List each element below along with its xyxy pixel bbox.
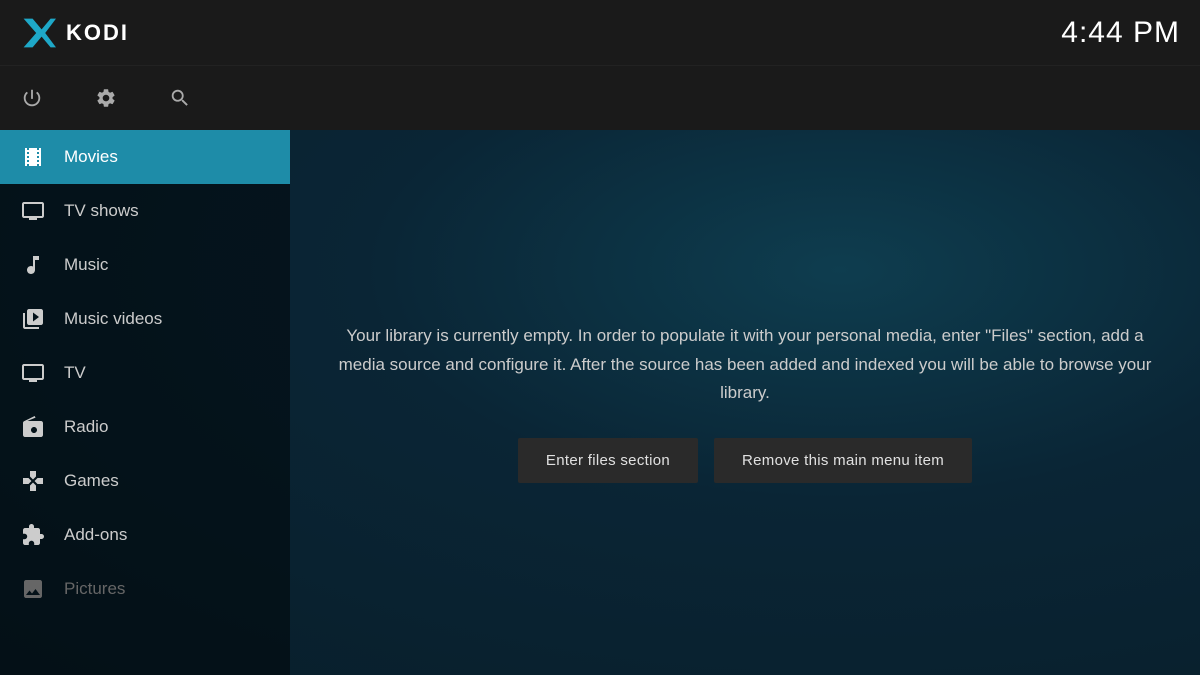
sidebar-item-music[interactable]: Music (0, 238, 290, 292)
app-title: KODI (66, 20, 129, 46)
sidebar: Movies TV shows Music (0, 130, 290, 675)
controls-bar (0, 65, 1200, 130)
enter-files-button[interactable]: Enter files section (518, 438, 698, 483)
sidebar-item-music-videos[interactable]: Music videos (0, 292, 290, 346)
pictures-label: Pictures (64, 579, 125, 599)
sidebar-item-tv-shows[interactable]: TV shows (0, 184, 290, 238)
empty-library-message: Your library is currently empty. In orde… (330, 322, 1160, 409)
music-icon (20, 252, 46, 278)
main-content: Movies TV shows Music (0, 130, 1200, 675)
remove-menu-item-button[interactable]: Remove this main menu item (714, 438, 972, 483)
tv-label: TV (64, 363, 86, 383)
sidebar-item-movies[interactable]: Movies (0, 130, 290, 184)
logo-area: KODI (20, 15, 129, 51)
empty-library-box: Your library is currently empty. In orde… (330, 322, 1160, 484)
add-ons-label: Add-ons (64, 525, 127, 545)
sidebar-item-games[interactable]: Games (0, 454, 290, 508)
sidebar-item-radio[interactable]: Radio (0, 400, 290, 454)
movies-icon (20, 144, 46, 170)
addons-icon (20, 522, 46, 548)
radio-label: Radio (64, 417, 108, 437)
movies-label: Movies (64, 147, 118, 167)
music-videos-icon (20, 306, 46, 332)
pictures-icon (20, 576, 46, 602)
games-icon (20, 468, 46, 494)
music-label: Music (64, 255, 108, 275)
radio-icon (20, 414, 46, 440)
sidebar-item-add-ons[interactable]: Add-ons (0, 508, 290, 562)
clock-display: 4:44 PM (1061, 16, 1180, 50)
action-buttons: Enter files section Remove this main men… (518, 438, 972, 483)
tv-shows-icon (20, 198, 46, 224)
app-wrapper: KODI 4:44 PM (0, 0, 1200, 675)
sidebar-item-pictures[interactable]: Pictures (0, 562, 290, 616)
header-bar: KODI 4:44 PM (0, 0, 1200, 65)
search-icon[interactable] (158, 76, 202, 120)
tv-shows-label: TV shows (64, 201, 139, 221)
content-area: Your library is currently empty. In orde… (290, 130, 1200, 675)
power-icon[interactable] (10, 76, 54, 120)
sidebar-item-tv[interactable]: TV (0, 346, 290, 400)
games-label: Games (64, 471, 119, 491)
tv-icon (20, 360, 46, 386)
settings-icon[interactable] (84, 76, 128, 120)
music-videos-label: Music videos (64, 309, 162, 329)
kodi-logo-icon (20, 15, 56, 51)
